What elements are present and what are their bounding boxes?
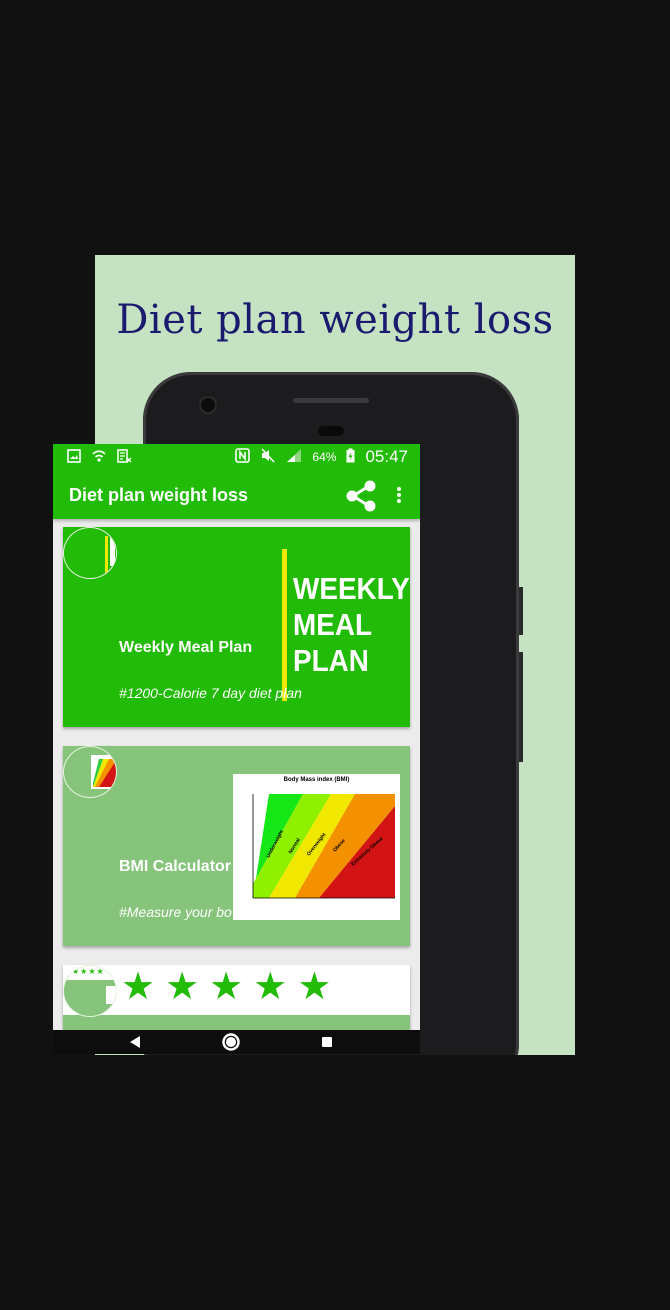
phone-screen: 64% 05:47 Diet plan weight loss WEEKLY M…	[53, 444, 420, 1054]
rating-stars: ★ ★ ★ ★ ★	[121, 965, 331, 1009]
battery-percent: 64%	[312, 450, 337, 464]
recents-icon	[322, 1037, 332, 1047]
system-status: 64% 05:47	[235, 447, 408, 467]
sensor	[318, 426, 344, 436]
star-icon: ★	[253, 966, 288, 1008]
sim-notification-icon	[117, 449, 132, 466]
card-subtitle: #1200-Calorie 7 day diet plan	[119, 685, 302, 701]
front-camera	[201, 398, 215, 412]
meal-plan-image-text: WEEKLY MEAL PLAN	[293, 571, 410, 678]
overflow-menu-button[interactable]	[394, 485, 404, 505]
home-button[interactable]	[221, 1032, 241, 1052]
bmi-chart-image: Body Mass index (BMI) Underweight Normal…	[233, 774, 400, 920]
star-icon: ★	[209, 966, 244, 1008]
power-button	[519, 652, 523, 762]
weekly-meal-plan-thumbnail	[63, 527, 117, 579]
battery-icon	[346, 448, 355, 466]
clock: 05:47	[365, 447, 408, 466]
promo-title: Diet plan weight loss	[116, 297, 554, 343]
share-button[interactable]	[344, 480, 378, 512]
star-icon: ★	[165, 966, 200, 1008]
back-button[interactable]	[125, 1032, 145, 1052]
card-title: Weekly Meal Plan	[119, 639, 253, 656]
notification-icons	[67, 449, 132, 466]
navigation-bar	[53, 1030, 420, 1054]
nfc-icon	[235, 448, 251, 466]
mute-icon	[260, 448, 276, 466]
earpiece-speaker	[293, 398, 369, 403]
signal-icon	[286, 448, 302, 466]
recents-button[interactable]	[317, 1032, 337, 1052]
card-subtitle: #Measure your bo	[119, 904, 232, 920]
star-icon: ★	[121, 966, 156, 1008]
gallery-notification-icon	[67, 449, 81, 466]
hotspot-notification-icon	[91, 449, 107, 466]
bmi-chart-title: Body Mass index (BMI)	[283, 777, 350, 783]
card-title: BMI Calculator	[119, 858, 232, 875]
meal-plan-accent-bar	[282, 549, 287, 701]
back-icon	[130, 1036, 140, 1048]
bmi-calculator-card[interactable]: Body Mass index (BMI) Underweight Normal…	[63, 746, 410, 946]
volume-button	[519, 587, 523, 635]
bmi-calculator-thumbnail	[63, 746, 117, 798]
home-icon	[222, 1033, 240, 1051]
status-bar: 64% 05:47	[53, 444, 420, 472]
share-icon	[346, 480, 376, 512]
app-title: Diet plan weight loss	[69, 485, 249, 505]
weekly-meal-plan-card[interactable]: WEEKLY MEAL PLAN Weekly Meal Plan #1200-…	[63, 527, 410, 727]
rating-thumbnail: ★★★★	[63, 965, 117, 1017]
app-bar: Diet plan weight loss	[53, 472, 420, 519]
star-icon: ★	[297, 966, 332, 1008]
